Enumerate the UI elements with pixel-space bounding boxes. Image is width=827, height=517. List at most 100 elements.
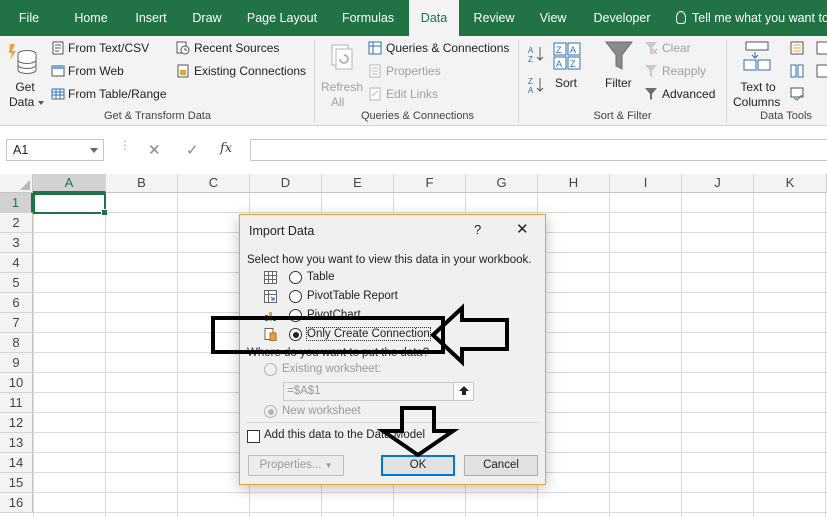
reapply-button[interactable]: Reapply [662,64,706,78]
database-icon [9,44,37,74]
queries-connections-button[interactable]: Queries & Connections [386,41,509,55]
column-header-h[interactable]: H [538,174,610,193]
column-header-i[interactable]: I [610,174,682,193]
column-header-g[interactable]: G [466,174,538,193]
active-cell-a1[interactable] [33,193,108,216]
web-page-icon [51,65,65,77]
chevron-down-icon [90,148,98,153]
option-table-label: Table [307,271,335,283]
collapse-dialog-button[interactable] [453,383,473,400]
column-header-k[interactable]: K [754,174,827,193]
queries-connections-icon [368,41,382,55]
pivot-table-icon [264,290,277,303]
tab-file[interactable]: File [0,0,58,36]
ok-button[interactable]: OK [381,455,455,476]
tell-me-search[interactable]: Tell me what you want to [676,0,827,36]
tab-developer[interactable]: Developer [584,0,660,36]
group-divider [518,40,519,122]
text-to-columns-button[interactable]: Text to Columns [732,40,784,109]
get-data-label-2: Data [9,95,35,109]
enter-icon[interactable]: ✓ [186,141,199,159]
clear-button[interactable]: Clear [662,41,691,55]
name-box[interactable]: A1 [6,139,104,161]
view-prompt: Select how you want to view this data in… [247,254,532,266]
column-header-b[interactable]: B [106,174,178,193]
table-icon [51,88,65,100]
tab-data[interactable]: Data [409,0,459,36]
radio-pivot-chart[interactable] [289,309,302,322]
row-header-8[interactable]: 8 [0,333,33,353]
refresh-label-1: Refresh [320,80,364,94]
cancel-button[interactable]: Cancel [464,455,538,476]
column-header-e[interactable]: E [322,174,394,193]
group-label-queries: Queries & Connections [360,110,475,122]
svg-text:Z: Z [556,45,562,55]
row-header-6[interactable]: 6 [0,293,33,313]
row-header-10[interactable]: 10 [0,373,33,393]
recent-sources-button[interactable]: Recent Sources [194,41,279,55]
row-header-4[interactable]: 4 [0,253,33,273]
column-header-j[interactable]: J [682,174,754,193]
range-reference-input[interactable]: =$A$1 [283,382,474,401]
help-button[interactable]: ? [474,222,481,237]
insert-function-icon[interactable]: fx [220,141,232,156]
radio-pivot-report[interactable] [289,290,302,303]
radio-only-connection[interactable] [289,328,302,341]
formula-bar: A1 ⋮ ✕ ✓ fx [0,126,827,174]
tab-formulas[interactable]: Formulas [333,0,403,36]
get-data-button[interactable]: Get Data [6,40,44,109]
radio-table[interactable] [289,271,302,284]
existing-connections-icon [177,64,189,78]
select-all-button[interactable] [0,174,33,193]
column-header-a[interactable]: A [33,174,106,193]
radio-existing-worksheet[interactable] [264,363,277,376]
tab-draw[interactable]: Draw [184,0,230,36]
row-header-14[interactable]: 14 [0,453,33,473]
add-to-data-model-checkbox[interactable] [247,430,260,443]
from-text-csv-button[interactable]: From Text/CSV [68,41,149,55]
column-header-c[interactable]: C [178,174,250,193]
advanced-button[interactable]: Advanced [662,87,715,101]
tab-home[interactable]: Home [64,0,118,36]
row-header-2[interactable]: 2 [0,213,33,233]
tab-review[interactable]: Review [466,0,522,36]
existing-connections-button[interactable]: Existing Connections [194,64,306,78]
from-web-button[interactable]: From Web [68,64,124,78]
ribbon: Get Data From Text/CSV From Web From Tab… [0,36,827,126]
edit-links-button[interactable]: Edit Links [386,87,438,101]
tab-page-layout[interactable]: Page Layout [238,0,326,36]
radio-new-worksheet[interactable] [264,405,277,418]
column-header-f[interactable]: F [394,174,466,193]
existing-worksheet-label: Existing worksheet: [282,363,382,375]
refresh-all-button[interactable]: Refresh All [320,40,364,109]
splitter-dots[interactable]: ⋮ [119,139,131,151]
text-to-columns-label-1: Text to [740,80,776,94]
column-header-d[interactable]: D [250,174,322,193]
from-table-range-button[interactable]: From Table/Range [68,87,167,101]
row-header-3[interactable]: 3 [0,233,33,253]
filter-button[interactable]: Filter [602,40,636,102]
row-header-11[interactable]: 11 [0,393,33,413]
row-header-7[interactable]: 7 [0,313,33,333]
sort-icon: Z AA Z [553,42,581,70]
row-header-16[interactable]: 16 [0,493,33,513]
row-header-5[interactable]: 5 [0,273,33,293]
sort-button[interactable]: ZAAZ Sort [552,42,582,102]
get-data-label-1: Get [15,80,35,94]
row-header-15[interactable]: 15 [0,473,33,493]
close-icon[interactable]: ✕ [516,220,529,238]
edit-links-icon [369,87,381,101]
formula-input[interactable] [250,139,827,161]
tab-view[interactable]: View [530,0,576,36]
row-header-9[interactable]: 9 [0,353,33,373]
row-header-1[interactable]: 1 [0,193,33,213]
properties-button[interactable]: Properties [386,64,441,78]
row-header-13[interactable]: 13 [0,433,33,453]
svg-text:A: A [556,59,562,69]
properties-button[interactable]: Properties... ▼ [248,455,344,476]
row-header-12[interactable]: 12 [0,413,33,433]
tab-insert[interactable]: Insert [124,0,178,36]
cancel-icon[interactable]: ✕ [148,141,161,159]
sort-a-to-z-icon: AZ [528,46,544,63]
reapply-icon [645,65,657,77]
